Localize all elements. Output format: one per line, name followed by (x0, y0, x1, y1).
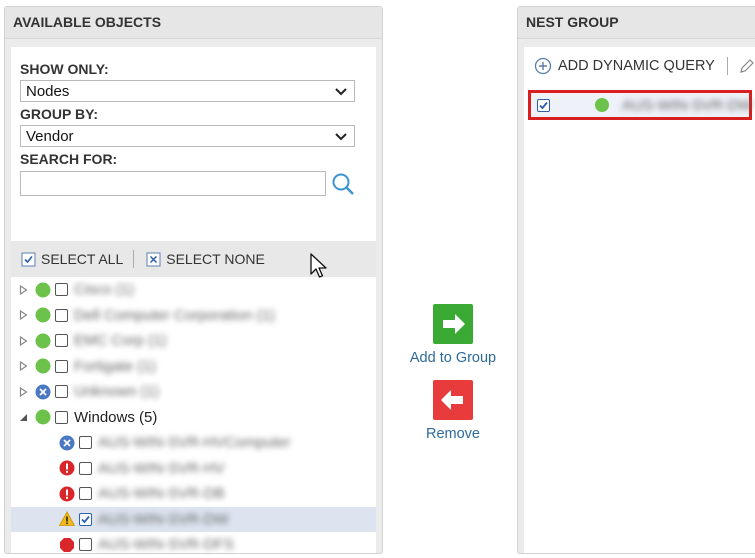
select-all-icon (21, 252, 36, 266)
nest-group-title: NEST GROUP (518, 7, 755, 39)
tree-row-label: AUS-WIN-SVR-DB (98, 485, 225, 503)
search-for-label: SEARCH FOR: (20, 151, 118, 167)
tree-row-checkbox[interactable] (79, 538, 92, 552)
show-only-select[interactable]: Nodes (20, 80, 355, 102)
status-up-icon (35, 333, 51, 349)
select-none-icon (146, 252, 161, 266)
expand-arrow-icon[interactable] (17, 386, 29, 398)
tree-row[interactable]: Cisco (1) (11, 277, 376, 303)
object-tree: Cisco (1) Dell Computer Corporation (1) EM… (11, 277, 376, 558)
tree-row[interactable]: AUS-WIN-SVR-DFS (11, 532, 376, 558)
check-icon (539, 101, 548, 109)
add-to-group-button[interactable] (433, 304, 473, 344)
tree-row-label: Windows (5) (74, 408, 158, 426)
status-unknown-icon (35, 384, 51, 400)
chevron-down-icon (335, 133, 347, 141)
tree-row-label: AUS-WIN-SVR-HVComputer (98, 434, 291, 452)
search-input[interactable] (20, 171, 326, 196)
tree-row-checkbox[interactable] (55, 334, 68, 348)
tree-row[interactable]: EMC Corp (1) (11, 328, 376, 354)
remove-button[interactable] (433, 380, 473, 420)
status-up-icon (35, 282, 51, 298)
nest-group-body: ADD DYNAMIC QUERY AUS-WIN-SVR-DW (524, 47, 755, 553)
show-only-label: SHOW ONLY: (20, 61, 109, 77)
group-by-value: Vendor (26, 128, 74, 145)
tree-row-checkbox[interactable] (79, 487, 92, 501)
status-warning-icon (59, 511, 75, 527)
status-up-icon (35, 307, 51, 323)
add-to-group-label[interactable]: Add to Group (398, 350, 508, 366)
tree-row-checkbox[interactable] (79, 512, 92, 526)
pencil-icon[interactable] (738, 57, 755, 75)
tree-row-checkbox[interactable] (55, 283, 68, 297)
tree-row-label: Dell Computer Corporation (1) (74, 306, 275, 324)
tree-row[interactable]: Windows (5) (11, 405, 376, 431)
tree-row-label: Fortigate (1) (74, 357, 156, 375)
tree-row-label: AUS-WIN-SVR-HV (98, 459, 225, 477)
tree-row-label: Unknown (1) (74, 383, 160, 401)
status-down-icon (59, 537, 75, 553)
tree-row[interactable]: AUS-WIN-SVR-HVComputer (11, 430, 376, 456)
tree-row-label: Cisco (1) (74, 281, 135, 299)
expand-arrow-icon[interactable] (17, 360, 29, 372)
group-by-select[interactable]: Vendor (20, 125, 355, 147)
toolbar-divider (726, 57, 728, 75)
status-up-icon (594, 97, 610, 113)
chevron-down-icon (335, 88, 347, 96)
tree-row-checkbox[interactable] (79, 461, 92, 475)
search-icon[interactable] (331, 172, 355, 196)
tree-row[interactable]: AUS-WIN-SVR-DB (11, 481, 376, 507)
tree-row-checkbox[interactable] (55, 359, 68, 373)
tree-row[interactable]: AUS-WIN-SVR-DW (11, 506, 376, 532)
show-only-value: Nodes (26, 83, 70, 100)
expand-arrow-icon[interactable] (17, 335, 29, 347)
nest-group-panel: NEST GROUP ADD DYNAMIC QUERY AUS-WIN-SVR… (517, 6, 755, 554)
add-dynamic-query-button[interactable]: ADD DYNAMIC QUERY (558, 58, 715, 74)
expand-arrow-icon[interactable] (17, 309, 29, 321)
group-item-label: AUS-WIN-SVR-DW (622, 96, 753, 114)
available-objects-title: AVAILABLE OBJECTS (5, 7, 382, 39)
tree-row[interactable]: Dell Computer Corporation (1) (11, 303, 376, 329)
add-circle-icon[interactable] (534, 57, 552, 75)
available-objects-body: SHOW ONLY: Nodes GROUP BY: Vendor SEARCH… (11, 47, 376, 553)
nest-group-item[interactable]: AUS-WIN-SVR-DW (528, 90, 753, 120)
tree-row[interactable]: AUS-WIN-SVR-HV (11, 456, 376, 482)
expand-arrow-icon[interactable] (17, 284, 29, 296)
tree-row-label: AUS-WIN-SVR-DFS (98, 536, 234, 554)
tree-row-label: AUS-WIN-SVR-DW (98, 510, 229, 528)
status-critical-icon (59, 486, 75, 502)
collapse-arrow-icon[interactable] (17, 411, 29, 423)
remove-label[interactable]: Remove (398, 426, 508, 442)
toolbar-divider (133, 250, 135, 268)
group-item-checkbox[interactable] (537, 98, 550, 112)
select-all-button[interactable]: SELECT ALL (21, 251, 123, 267)
select-none-button[interactable]: SELECT NONE (146, 251, 265, 267)
status-up-icon (35, 358, 51, 374)
group-by-label: GROUP BY: (20, 106, 99, 122)
tree-row-checkbox[interactable] (55, 385, 68, 399)
status-critical-icon (59, 460, 75, 476)
tree-row-checkbox[interactable] (55, 308, 68, 322)
available-objects-panel: AVAILABLE OBJECTS SHOW ONLY: Nodes GROUP… (4, 6, 383, 554)
tree-row-label: EMC Corp (1) (74, 332, 167, 350)
status-unknown-icon (59, 435, 75, 451)
nest-group-toolbar: ADD DYNAMIC QUERY (524, 47, 755, 85)
select-all-label: SELECT ALL (41, 251, 124, 267)
status-up-icon (35, 409, 51, 425)
tree-row[interactable]: Unknown (1) (11, 379, 376, 405)
tree-row[interactable]: Fortigate (1) (11, 354, 376, 380)
tree-row-checkbox[interactable] (79, 436, 92, 450)
tree-row-checkbox[interactable] (55, 410, 68, 424)
transfer-controls: Add to Group Remove (398, 304, 508, 442)
select-none-label: SELECT NONE (166, 251, 265, 267)
